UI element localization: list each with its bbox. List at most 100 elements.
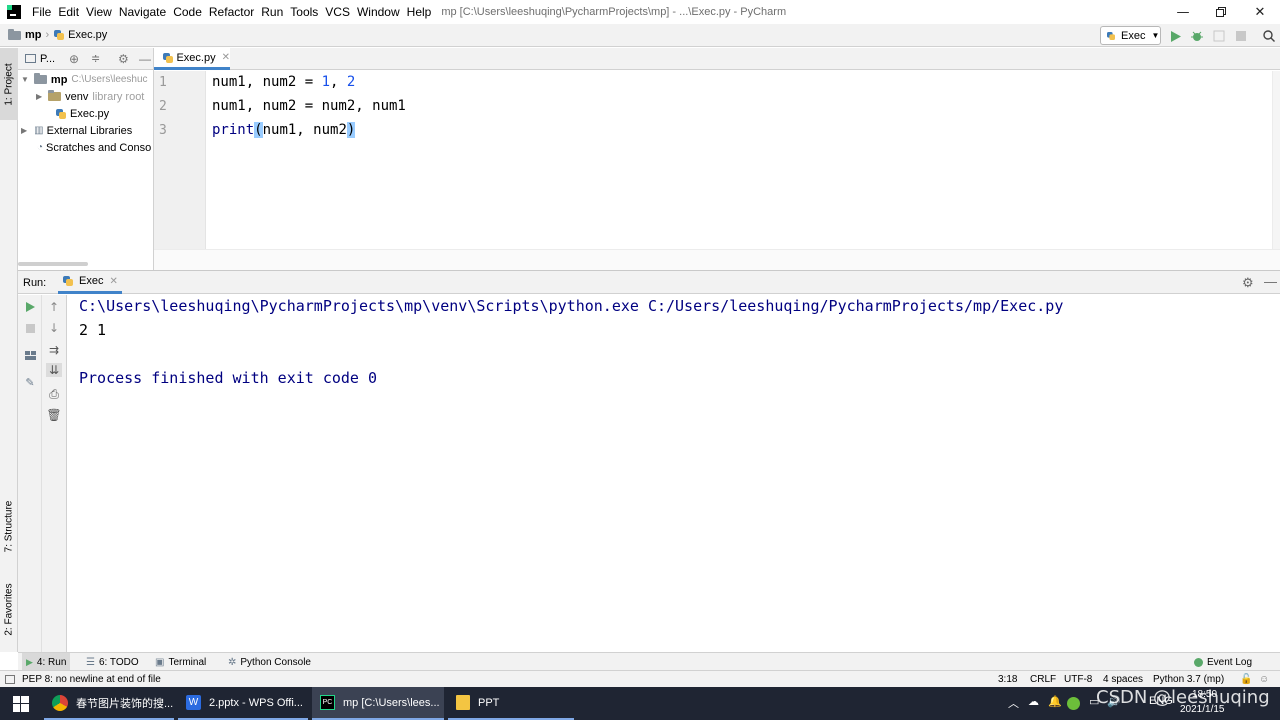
tree-item-scratches[interactable]: ◔ Scratches and Conso (18, 139, 153, 156)
folder-icon (456, 695, 470, 710)
tab-structure[interactable]: 7: Structure (0, 488, 18, 564)
notification-icon[interactable]: 🔔 (1048, 695, 1062, 708)
breadcrumb-file[interactable]: Exec.py (68, 29, 107, 41)
status-message: PEP 8: no newline at end of file (22, 674, 161, 685)
menu-file[interactable]: File (29, 5, 54, 19)
status-interpreter[interactable]: Python 3.7 (mp) (1153, 672, 1224, 687)
trash-icon[interactable]: 🗑 (46, 408, 61, 422)
code-text: num1, num2 = (212, 74, 322, 90)
menu-tools[interactable]: Tools (287, 5, 321, 19)
run-with-coverage-icon[interactable] (1212, 29, 1226, 43)
arrow-up-icon[interactable]: ↑ (47, 300, 61, 314)
inspector-icon[interactable]: ☺ (1259, 672, 1269, 687)
breadcrumb-project[interactable]: mp (25, 29, 42, 41)
tray-language[interactable]: ENG (1149, 695, 1173, 707)
taskbar-pycharm[interactable]: PC mp [C:\Users\lees... (312, 687, 444, 720)
status-caret-position[interactable]: 3:18 (998, 672, 1017, 687)
tree-item-venv[interactable]: ▶ venv library root (18, 88, 153, 105)
run-toolbar-secondary: ↑ ↓ ⇉ ⇊ ⎙ 🗑 (42, 295, 67, 652)
menu-window[interactable]: Window (354, 5, 403, 19)
restore-layout-icon[interactable] (23, 348, 37, 362)
tab-project[interactable]: 1: Project (0, 48, 18, 120)
tree-item-external-libraries[interactable]: ▶ ▥ External Libraries (18, 122, 153, 139)
tab-structure-label: 7: Structure (3, 500, 15, 552)
start-button[interactable] (0, 687, 40, 720)
menu-run[interactable]: Run (258, 5, 286, 19)
close-icon[interactable]: ✕ (1237, 0, 1280, 24)
tab-favorites[interactable]: 2: Favorites (0, 573, 18, 645)
taskbar-wps[interactable]: W 2.pptx - WPS Offi... (178, 687, 308, 720)
tray-wechat-icon[interactable] (1067, 697, 1080, 710)
tab-event-log[interactable]: Event Log (1190, 653, 1256, 671)
tab-python-console[interactable]: ✲ Python Console (224, 653, 315, 671)
rerun-icon[interactable] (23, 300, 37, 314)
print-icon[interactable]: ⎙ (47, 387, 61, 401)
gear-icon[interactable]: ⚙ (1242, 275, 1254, 291)
tree-item-exec[interactable]: Exec.py (18, 105, 153, 122)
soft-wrap-icon[interactable]: ⇉ (47, 343, 61, 357)
tab-run[interactable]: ▶ 4: Run (22, 653, 71, 671)
code-number: 2 (346, 74, 356, 90)
editor-tab-exec[interactable]: Exec.py ✕ (154, 48, 230, 70)
code-editor[interactable]: num1, num2 = 1, 2 num1, num2 = num2, num… (206, 71, 1272, 249)
status-toggle-icon[interactable] (5, 672, 15, 687)
run-config-select[interactable]: Exec ▼ (1100, 26, 1161, 45)
tab-todo[interactable]: ☰ 6: TODO (82, 653, 143, 671)
locate-icon[interactable]: ⊕ (69, 52, 79, 66)
code-line-3: print(num1, num2) (212, 122, 356, 138)
breadcrumb-separator-icon: › (45, 29, 50, 41)
tray-date[interactable]: 2021/1/15 (1180, 704, 1225, 715)
tray-app-icon[interactable]: ☁ (1028, 695, 1039, 708)
chevron-right-icon: ▶ (21, 126, 28, 135)
taskbar-ppt-folder[interactable]: PPT (448, 687, 574, 720)
debug-icon[interactable] (1190, 29, 1204, 43)
network-icon[interactable]: ▭ (1089, 695, 1099, 708)
close-tab-icon[interactable]: ✕ (109, 276, 117, 287)
event-log-icon (1194, 657, 1203, 667)
tree-root-mp[interactable]: ▼ mp C:\Users\leeshuc (18, 71, 153, 88)
status-indent[interactable]: 4 spaces (1103, 672, 1143, 687)
editor-hscrollbar[interactable] (154, 249, 1280, 270)
close-tab-icon[interactable]: ✕ (222, 52, 230, 63)
stop-icon[interactable] (23, 321, 37, 335)
scroll-to-end-icon[interactable]: ⇊ (46, 363, 62, 377)
tray-time[interactable]: 18:50 (1192, 689, 1217, 700)
menu-edit[interactable]: Edit (55, 5, 82, 19)
status-encoding[interactable]: UTF-8 (1064, 672, 1092, 687)
chevron-up-icon[interactable]: ︿ (1008, 695, 1019, 711)
menu-help[interactable]: Help (404, 5, 435, 19)
scratches-icon: ◔ (37, 142, 44, 153)
run-tab-exec[interactable]: Exec ✕ (58, 271, 122, 294)
run-tab-label: Exec (79, 275, 104, 287)
arrow-down-icon[interactable]: ↓ (47, 321, 61, 335)
project-hscrollbar[interactable] (18, 262, 88, 266)
status-line-separator[interactable]: CRLF (1030, 672, 1056, 687)
gear-icon[interactable]: ⚙ (118, 52, 129, 66)
hide-panel-icon[interactable]: — (1264, 274, 1277, 289)
run-console-output[interactable]: C:\Users\leeshuqing\PycharmProjects\mp\v… (67, 295, 1280, 652)
menu-vcs[interactable]: VCS (322, 5, 353, 19)
lock-icon[interactable]: 🔓 (1240, 672, 1252, 687)
project-view-select[interactable]: P... (40, 53, 55, 65)
tab-terminal[interactable]: ▣ Terminal (151, 653, 210, 671)
terminal-icon: ▣ (155, 656, 165, 668)
run-icon: ▶ (26, 656, 33, 667)
pin-icon[interactable]: ✎ (23, 375, 37, 389)
menu-code[interactable]: Code (170, 5, 205, 19)
editor-vscrollbar[interactable] (1272, 71, 1280, 249)
taskbar-chrome[interactable]: 春节图片装饰的搜... (44, 687, 174, 720)
folder-icon (48, 90, 62, 101)
run-toolbar-primary: ✎ (18, 295, 42, 652)
pycharm-logo-icon (7, 5, 21, 19)
search-icon[interactable] (1262, 29, 1276, 43)
hide-panel-icon[interactable]: — (139, 52, 151, 66)
run-icon[interactable] (1169, 29, 1183, 43)
menu-navigate[interactable]: Navigate (116, 5, 169, 19)
menu-view[interactable]: View (83, 5, 115, 19)
tab-python-console-label: Python Console (240, 656, 311, 668)
stop-icon[interactable] (1234, 29, 1248, 43)
folder-icon (8, 28, 21, 40)
menu-refactor[interactable]: Refactor (206, 5, 257, 19)
collapse-all-icon[interactable]: ≑ (91, 52, 100, 65)
volume-icon[interactable]: 🔊 (1107, 695, 1121, 708)
